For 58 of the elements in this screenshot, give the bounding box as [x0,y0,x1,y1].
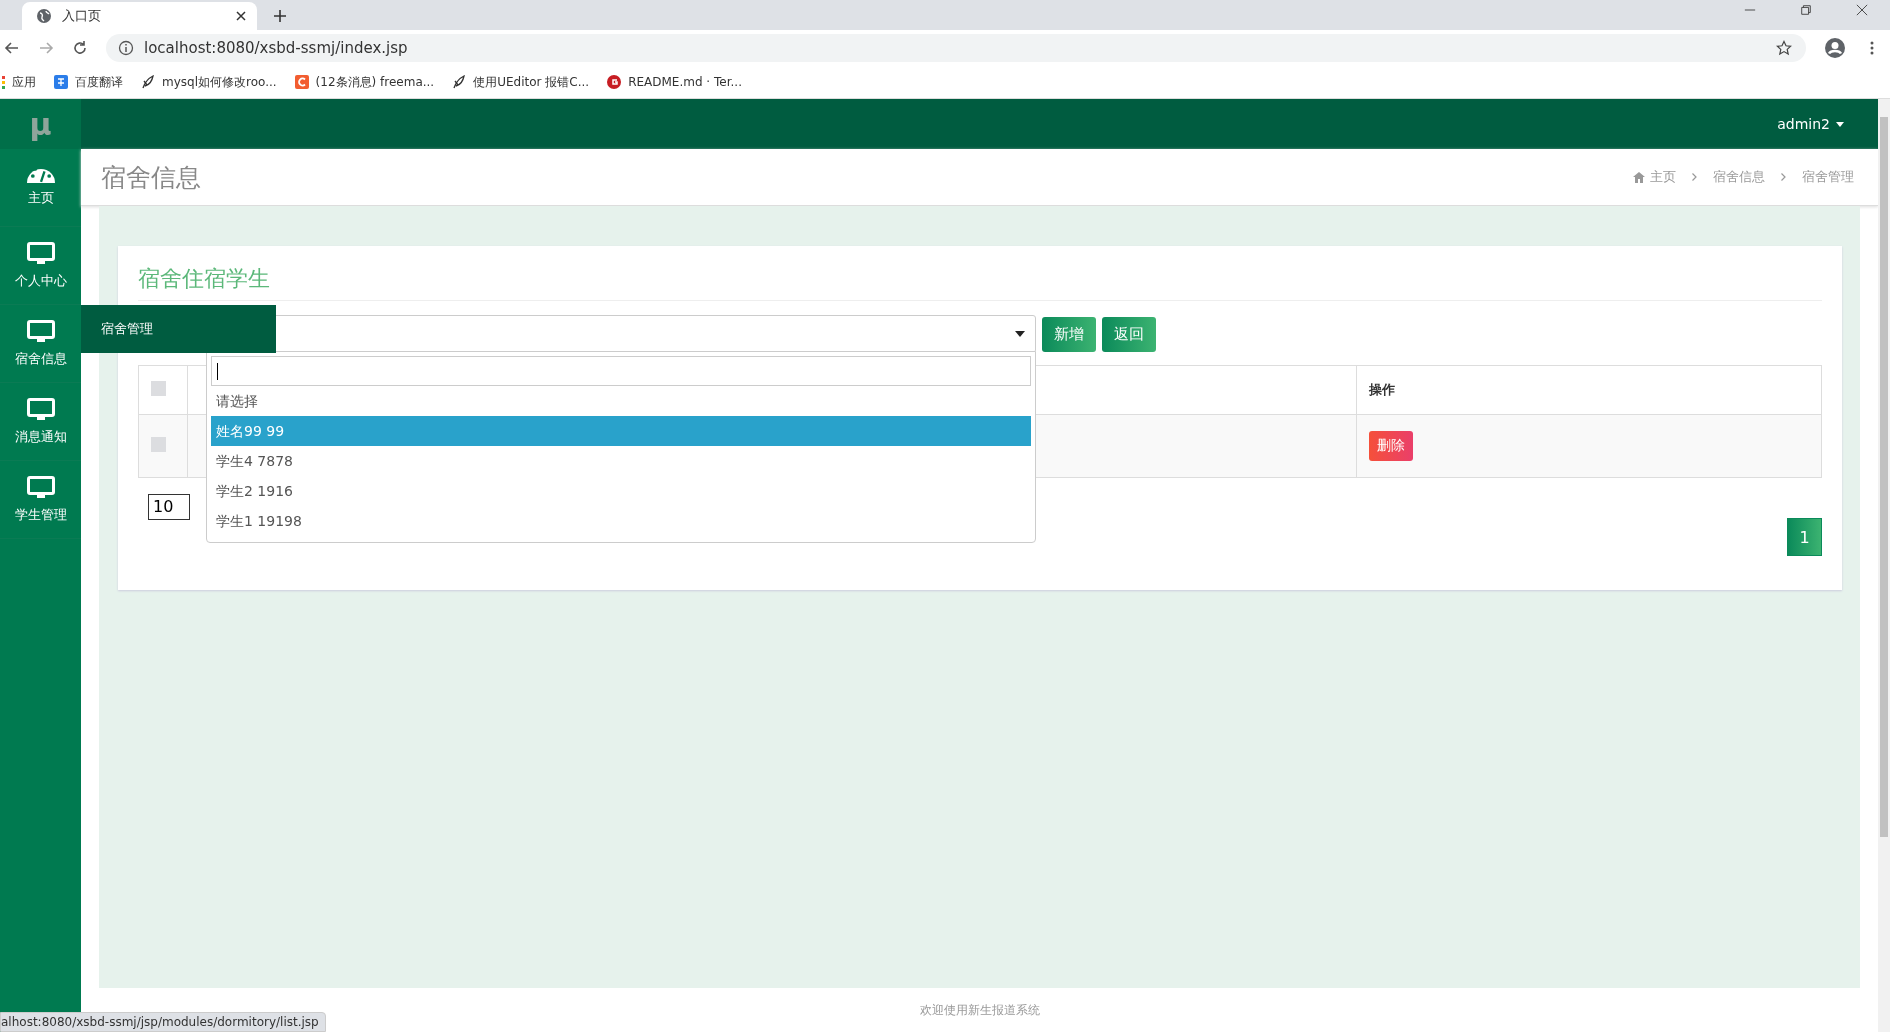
page-title: 宿舍信息 [101,161,201,194]
dropdown-option[interactable]: 学生4 7878 [211,446,1031,476]
star-icon[interactable] [1776,40,1792,56]
info-icon [118,40,134,56]
c-logo-icon [294,75,309,89]
sidebar-item[interactable]: 学生管理 [0,461,81,539]
monitor-icon [26,319,55,344]
monitor-icon [26,475,55,500]
page-size-select[interactable]: 10 [148,494,190,520]
home-icon [1633,171,1645,183]
bookmark-link[interactable]: README.md · Ter... [607,75,742,89]
bookmark-link[interactable]: 百度翻译 [54,73,123,91]
restore-icon[interactable] [1800,4,1812,16]
action-button[interactable]: 新增 [1042,316,1096,352]
reload-icon[interactable] [72,40,88,56]
bookmark-link[interactable]: (12条消息) freema... [294,73,435,91]
dropdown-option[interactable]: 学生2 1916 [211,476,1031,506]
checkbox[interactable] [151,381,166,396]
submenu-item[interactable]: 宿舍管理 [81,305,276,353]
globe-icon [36,8,52,24]
close-icon[interactable] [1856,4,1868,16]
browser-tab[interactable]: 入口页 [22,2,257,30]
chevron-icon [1781,173,1786,181]
tab-title: 入口页 [62,7,102,25]
footer-text: 欢迎使用新生报道系统 [919,1001,1040,1019]
apps-grid-icon [2,75,5,89]
new-tab-icon[interactable] [273,9,287,23]
dashboard-gauge-icon [26,168,55,183]
translate-icon [54,75,68,89]
bookmark-link[interactable]: 使用UEditor 报错C... [452,73,590,91]
address-field[interactable]: localhost:8080/xsbd-ssmj/index.jsp [106,34,1806,62]
sidebar-item[interactable]: 消息通知 [0,383,81,461]
search-field[interactable] [211,356,1031,386]
user-menu[interactable]: admin2 [1777,116,1830,132]
dropdown-option[interactable]: 学生1 19198 [211,506,1031,536]
close-icon[interactable] [235,10,247,22]
status-url: alhost:8080/xsbd-ssmj/jsp/modules/dormitory/list.jsp [0,1012,326,1032]
bookmark-link[interactable]: mysql如何修改roo... [141,73,277,91]
monitor-icon [26,241,55,266]
caret-icon [1015,331,1025,337]
delete-button[interactable]: 删除 [1369,431,1413,461]
back-arrow-icon[interactable] [4,40,20,56]
sidebar-item[interactable]: 个人中心 [0,227,81,305]
bookmark-link[interactable]: 应用 [2,73,36,91]
action-button[interactable]: 返回 [1102,316,1156,352]
account-icon[interactable] [1824,37,1846,59]
monitor-icon [26,397,55,422]
chevron-icon [1692,173,1697,181]
column-header: 操作 [1369,382,1395,397]
checkbox[interactable] [151,436,166,452]
caret-icon [1836,121,1844,127]
g-logo-icon [607,75,622,89]
scrollbar[interactable] [1878,99,1890,1032]
card-title: 宿舍住宿学生 [138,264,1822,301]
feather-icon [452,75,467,89]
sidebar-item[interactable]: 主页 [0,149,81,227]
feather-icon [141,75,155,89]
logo: μ [0,99,81,149]
